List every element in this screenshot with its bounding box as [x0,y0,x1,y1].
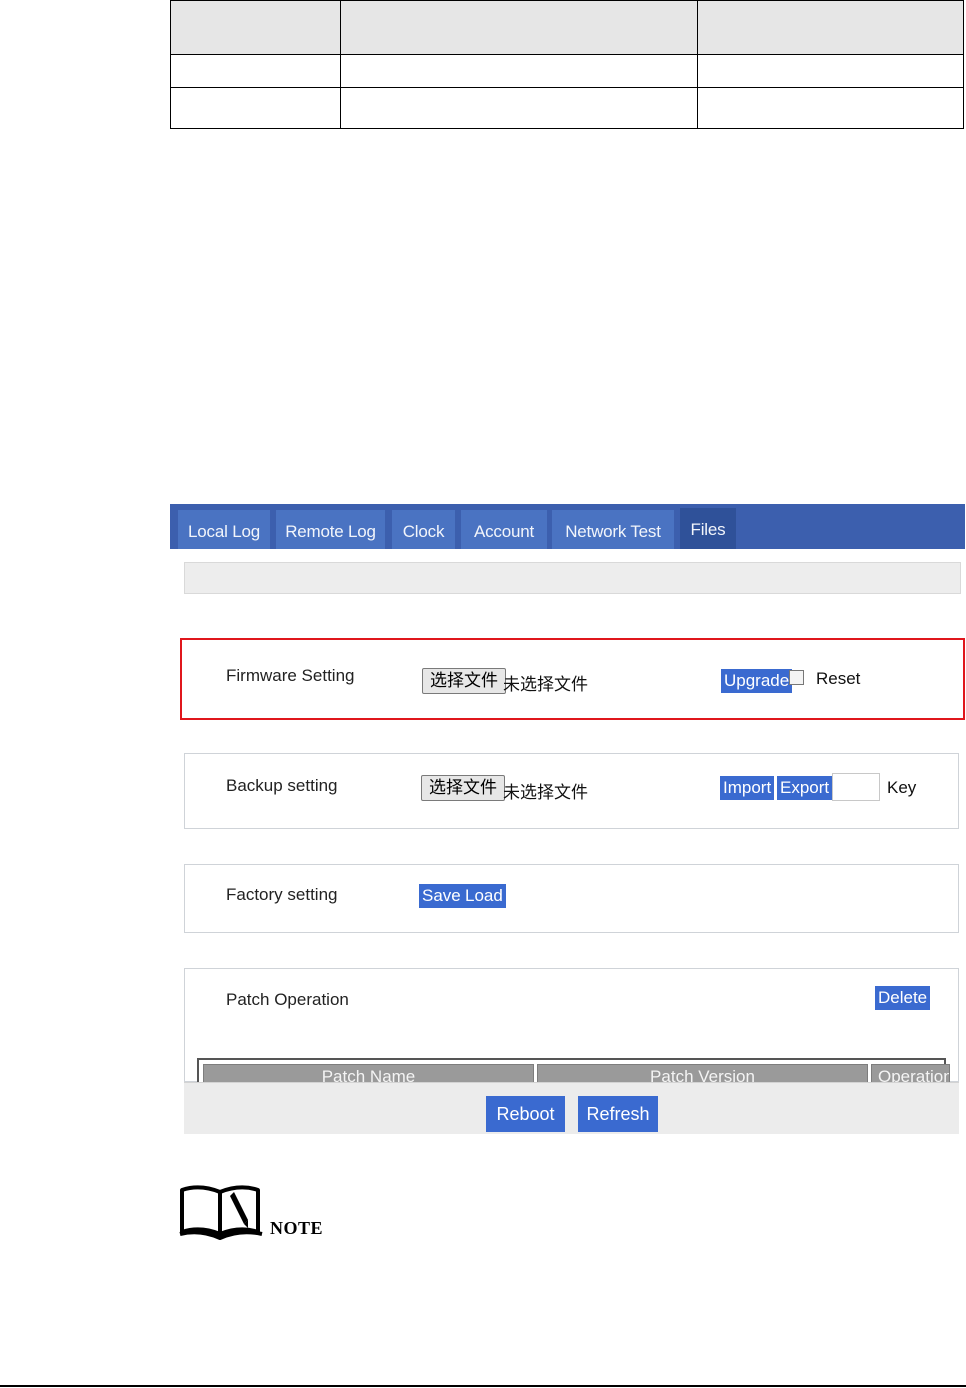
doc-table-cell [697,87,964,129]
doc-table-cell [339,0,699,55]
doc-table-row [170,54,964,88]
key-label: Key [887,778,917,797]
save-button[interactable]: Save [419,884,464,908]
refresh-button[interactable]: Refresh [578,1096,658,1132]
tab-files[interactable]: Files [680,508,736,549]
firmware-label: Firmware Setting [226,666,355,685]
doc-table-header-row [170,0,964,55]
firmware-choose-file-button[interactable]: 选择文件 [422,668,506,694]
backup-section: Backup setting 选择文件 未选择文件 Import Export … [184,753,959,829]
page-bottom-rule [0,1385,966,1387]
status-banner [184,562,961,594]
doc-table-cell [697,54,964,88]
upgrade-button[interactable]: Upgrade [721,669,793,693]
delete-button[interactable]: Delete [875,986,931,1010]
doc-table-cell [339,87,699,129]
doc-table-cell [697,0,964,55]
tab-bar: Local Log Remote Log Clock Account Netwo… [170,504,965,549]
note-label: NOTE [270,1218,324,1238]
doc-table-cell [170,87,341,129]
reboot-button[interactable]: Reboot [486,1096,565,1132]
load-button[interactable]: Load [462,884,506,908]
backup-file-status: 未选择文件 [503,783,588,802]
tab-account[interactable]: Account [461,510,547,549]
tab-network-test[interactable]: Network Test [552,510,674,549]
import-button[interactable]: Import [720,776,775,800]
export-button[interactable]: Export [777,776,833,800]
reset-label: Reset [816,669,861,688]
firmware-file-status: 未选择文件 [503,675,588,694]
doc-table-cell [170,0,341,55]
doc-table [170,0,964,129]
patch-label: Patch Operation [226,990,349,1009]
tab-remote-log[interactable]: Remote Log [276,510,385,549]
footer-bar [184,1082,959,1134]
files-panel: Local Log Remote Log Clock Account Netwo… [170,504,965,1134]
factory-label: Factory setting [226,885,338,904]
doc-table-cell [339,54,699,88]
book-pen-icon [178,1184,264,1245]
backup-label: Backup setting [226,776,338,795]
tab-local-log[interactable]: Local Log [178,510,270,549]
doc-table-row [170,87,964,129]
key-input[interactable] [832,773,880,801]
tab-clock[interactable]: Clock [392,510,455,549]
backup-choose-file-button[interactable]: 选择文件 [421,775,505,801]
doc-table-cell [170,54,341,88]
factory-section: Factory setting Save Load [184,864,959,933]
firmware-section: Firmware Setting 选择文件 未选择文件 Upgrade Rese… [180,638,965,720]
reset-checkbox[interactable] [789,670,804,685]
